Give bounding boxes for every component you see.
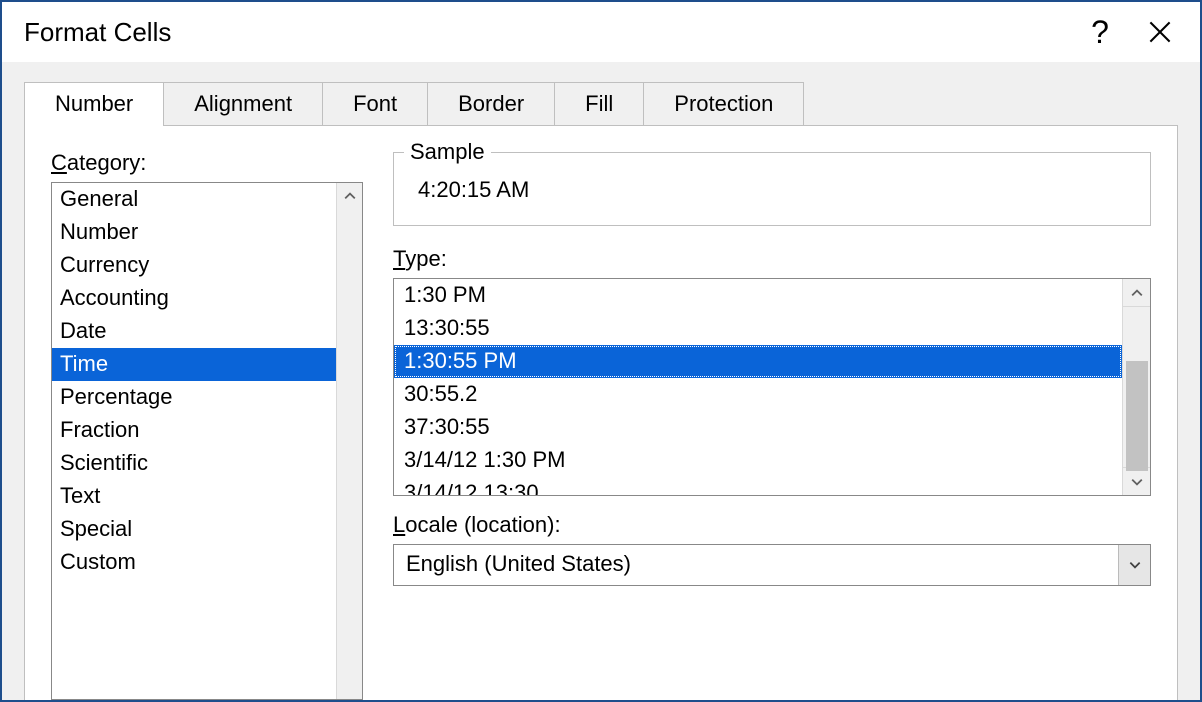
category-item-custom[interactable]: Custom	[52, 546, 336, 579]
type-item[interactable]: 1:30 PM	[394, 279, 1122, 312]
help-button[interactable]: ?	[1070, 2, 1130, 62]
tab-panel-number: Category: General Number Currency Accoun…	[24, 125, 1178, 701]
scrollbar-thumb[interactable]	[1126, 361, 1148, 471]
category-item-accounting[interactable]: Accounting	[52, 282, 336, 315]
type-listbox[interactable]: 1:30 PM 13:30:55 1:30:55 PM 30:55.2 37:3…	[393, 278, 1151, 496]
locale-value: English (United States)	[394, 545, 1118, 585]
type-item[interactable]: 3/14/12 13:30	[394, 477, 1122, 495]
category-label: Category:	[51, 150, 363, 176]
type-item[interactable]: 30:55.2	[394, 378, 1122, 411]
category-item-date[interactable]: Date	[52, 315, 336, 348]
category-item-text[interactable]: Text	[52, 480, 336, 513]
close-button[interactable]	[1130, 2, 1190, 62]
category-item-general[interactable]: General	[52, 183, 336, 216]
sample-fieldset: Sample 4:20:15 AM	[393, 152, 1151, 226]
dialog-client-area: Number Alignment Font Border Fill Protec…	[2, 62, 1200, 701]
titlebar: Format Cells ?	[2, 2, 1200, 62]
category-item-percentage[interactable]: Percentage	[52, 381, 336, 414]
close-icon	[1149, 21, 1171, 43]
category-listbox[interactable]: General Number Currency Accounting Date …	[51, 182, 363, 700]
type-scrollbar[interactable]	[1122, 279, 1150, 495]
category-item-number[interactable]: Number	[52, 216, 336, 249]
options-column: Sample 4:20:15 AM Type: 1:30 PM 13:30:55…	[393, 150, 1151, 700]
locale-combobox[interactable]: English (United States)	[393, 544, 1151, 586]
type-item[interactable]: 37:30:55	[394, 411, 1122, 444]
category-item-time[interactable]: Time	[52, 348, 336, 381]
tab-strip: Number Alignment Font Border Fill Protec…	[24, 82, 1178, 126]
category-item-currency[interactable]: Currency	[52, 249, 336, 282]
category-item-scientific[interactable]: Scientific	[52, 447, 336, 480]
chevron-up-icon[interactable]	[337, 183, 362, 209]
tab-border[interactable]: Border	[427, 82, 555, 126]
category-column: Category: General Number Currency Accoun…	[51, 150, 363, 700]
dialog-title: Format Cells	[24, 17, 1070, 48]
category-items: General Number Currency Accounting Date …	[52, 183, 336, 699]
tab-alignment[interactable]: Alignment	[163, 82, 323, 126]
type-item[interactable]: 1:30:55 PM	[394, 345, 1122, 378]
chevron-down-icon	[1128, 558, 1142, 572]
tab-fill[interactable]: Fill	[554, 82, 644, 126]
type-items: 1:30 PM 13:30:55 1:30:55 PM 30:55.2 37:3…	[394, 279, 1122, 495]
tab-number[interactable]: Number	[24, 82, 164, 126]
type-label: Type:	[393, 246, 1151, 272]
category-item-special[interactable]: Special	[52, 513, 336, 546]
chevron-up-icon[interactable]	[1123, 279, 1150, 307]
category-scrollbar[interactable]	[336, 183, 362, 699]
locale-label: Locale (location):	[393, 512, 1151, 538]
type-item[interactable]: 13:30:55	[394, 312, 1122, 345]
help-icon: ?	[1091, 14, 1109, 51]
tab-protection[interactable]: Protection	[643, 82, 804, 126]
tab-font[interactable]: Font	[322, 82, 428, 126]
type-item[interactable]: 3/14/12 1:30 PM	[394, 444, 1122, 477]
category-item-fraction[interactable]: Fraction	[52, 414, 336, 447]
locale-dropdown-button[interactable]	[1118, 545, 1150, 585]
format-cells-dialog: Format Cells ? Number Alignment Font Bor…	[0, 0, 1202, 702]
sample-value: 4:20:15 AM	[412, 177, 1132, 203]
sample-label: Sample	[404, 139, 491, 165]
chevron-down-icon[interactable]	[1123, 467, 1150, 495]
